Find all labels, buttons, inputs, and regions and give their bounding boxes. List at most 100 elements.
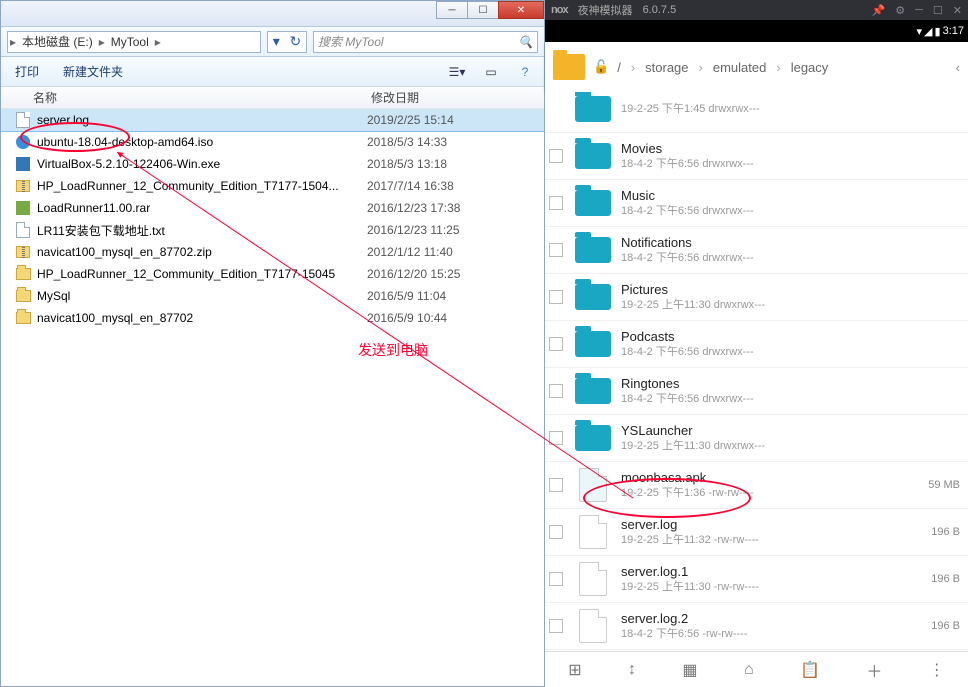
chevron-right-icon: › (629, 60, 637, 75)
item-meta: 19-2-25 上午11:30 -rw-rw---- (621, 580, 925, 595)
maximize-button[interactable]: ☐ (467, 1, 499, 19)
list-item[interactable]: moonbasa.apk19-2-25 下午1:36 -rw-rw----59 … (545, 462, 968, 509)
checkbox[interactable] (549, 290, 563, 304)
print-button[interactable]: 打印 (7, 60, 47, 83)
view-options-button[interactable]: ☰▾ (444, 61, 470, 83)
checkbox[interactable] (549, 384, 563, 398)
close-icon[interactable]: ✕ (953, 4, 962, 17)
folder-icon (573, 327, 613, 361)
minimize-icon[interactable]: ─ (915, 4, 923, 16)
help-button[interactable]: ? (512, 61, 538, 83)
checkbox[interactable] (549, 337, 563, 351)
nox-title-name: 夜神模拟器 (578, 2, 633, 18)
history-dropdown[interactable]: ▾↻ (267, 31, 307, 53)
item-meta: 18-4-2 下午6:56 drwxrwx--- (621, 345, 954, 360)
close-button[interactable]: ✕ (498, 1, 544, 19)
column-headers[interactable]: 名称 修改日期 (1, 87, 544, 109)
settings-icon[interactable]: ⚙ (895, 4, 905, 17)
pin-icon[interactable]: 📌 (872, 4, 886, 17)
list-item[interactable]: YSLauncher19-2-25 上午11:30 drwxrwx--- (545, 415, 968, 462)
add-icon[interactable]: ＋ (866, 658, 882, 682)
address-bar: ▸ 本地磁盘 (E:) ▸ MyTool ▸ ▾↻ 搜索 MyTool 🔍 (1, 27, 544, 57)
checkbox[interactable] (549, 243, 563, 257)
item-name: server.log.1 (621, 563, 925, 581)
file-row[interactable]: LoadRunner11.00.rar2016/12/23 17:38 (1, 197, 544, 219)
preview-pane-button[interactable]: ▭ (478, 61, 504, 83)
file-icon (15, 244, 31, 260)
file-name: LoadRunner11.00.rar (37, 201, 367, 215)
checkbox[interactable] (549, 149, 563, 163)
file-name: HP_LoadRunner_12_Community_Edition_T7177… (37, 267, 367, 281)
nox-titlebar: nox 夜神模拟器 6.0.7.5 📌 ⚙ ─ ☐ ✕ (545, 0, 968, 20)
select-all-icon[interactable]: ⊞ (568, 660, 581, 680)
view-icon[interactable]: ▦ (682, 660, 697, 680)
file-row[interactable]: navicat100_mysql_en_877022016/5/9 10:44 (1, 307, 544, 329)
new-folder-button[interactable]: 新建文件夹 (55, 60, 131, 83)
file-date: 2012/1/12 11:40 (367, 245, 453, 259)
annotation-label: 发送到电脑 (358, 340, 428, 360)
list-item[interactable]: Ringtones18-4-2 下午6:56 drwxrwx--- (545, 368, 968, 415)
path-root[interactable]: / (617, 60, 621, 75)
breadcrumb-seg-folder[interactable]: MyTool (107, 35, 153, 49)
file-row[interactable]: HP_LoadRunner_12_Community_Edition_T7177… (1, 175, 544, 197)
maximize-icon[interactable]: ☐ (933, 4, 943, 17)
path-emulated[interactable]: emulated (713, 60, 766, 75)
column-date[interactable]: 修改日期 (371, 89, 419, 106)
file-row[interactable]: server.log2019/2/25 15:14 (1, 109, 544, 131)
toolbar: 打印 新建文件夹 ☰▾ ▭ ? (1, 57, 544, 87)
item-meta: 18-4-2 下午6:56 -rw-rw---- (621, 627, 925, 642)
checkbox[interactable] (549, 196, 563, 210)
file-list[interactable]: server.log2019/2/25 15:14ubuntu-18.04-de… (1, 109, 544, 686)
paste-icon[interactable]: 📋 (800, 660, 820, 680)
checkbox[interactable] (549, 572, 563, 586)
item-name: moonbasa.apk (621, 469, 922, 487)
list-item[interactable]: Movies18-4-2 下午6:56 drwxrwx--- (545, 133, 968, 180)
signal-icon: ◢ (924, 25, 932, 38)
column-name[interactable]: 名称 (1, 89, 371, 106)
list-item[interactable]: 19-2-25 下午1:45 drwxrwx--- (545, 92, 968, 133)
file-row[interactable]: VirtualBox-5.2.10-122406-Win.exe2018/5/3… (1, 153, 544, 175)
breadcrumb-seg-drive[interactable]: 本地磁盘 (E:) (18, 33, 97, 50)
item-name: Pictures (621, 281, 954, 299)
item-size: 196 B (931, 526, 960, 538)
sort-icon[interactable]: ↕ (628, 661, 636, 679)
wifi-icon: ▾ (917, 25, 923, 38)
file-date: 2016/5/9 10:44 (367, 311, 447, 325)
file-row[interactable]: MySql2016/5/9 11:04 (1, 285, 544, 307)
list-item[interactable]: Notifications18-4-2 下午6:56 drwxrwx--- (545, 227, 968, 274)
checkbox[interactable] (549, 431, 563, 445)
minimize-button[interactable]: ─ (436, 1, 468, 19)
list-item[interactable]: server.log19-2-25 上午11:32 -rw-rw----196 … (545, 509, 968, 556)
file-name: VirtualBox-5.2.10-122406-Win.exe (37, 157, 367, 171)
list-item[interactable]: server.log.119-2-25 上午11:30 -rw-rw----19… (545, 556, 968, 603)
chevron-right-icon: ▸ (153, 35, 163, 49)
home-icon[interactable]: ⌂ (744, 661, 754, 679)
checkbox[interactable] (549, 619, 563, 633)
file-name: navicat100_mysql_en_87702 (37, 311, 367, 325)
path-legacy[interactable]: legacy (791, 60, 829, 75)
file-row[interactable]: LR11安装包下载地址.txt2016/12/23 11:25 (1, 219, 544, 241)
chevron-left-icon[interactable]: ‹ (956, 60, 960, 75)
file-icon (15, 288, 31, 304)
file-row[interactable]: ubuntu-18.04-desktop-amd64.iso2018/5/3 1… (1, 131, 544, 153)
path-storage[interactable]: storage (645, 60, 688, 75)
file-date: 2016/5/9 11:04 (367, 289, 446, 303)
file-row[interactable]: HP_LoadRunner_12_Community_Edition_T7177… (1, 263, 544, 285)
menu-icon[interactable]: ⋮ (929, 660, 945, 680)
android-file-list[interactable]: 19-2-25 下午1:45 drwxrwx--- Movies18-4-2 下… (545, 92, 968, 651)
item-name: server.log (621, 516, 925, 534)
file-icon (573, 609, 613, 643)
search-input[interactable]: 搜索 MyTool 🔍 (313, 31, 538, 53)
checkbox[interactable] (549, 525, 563, 539)
item-meta: 18-4-2 下午6:56 drwxrwx--- (621, 157, 954, 172)
nox-version: 6.0.7.5 (643, 4, 677, 16)
file-icon (15, 134, 31, 150)
list-item[interactable]: server.log.218-4-2 下午6:56 -rw-rw----196 … (545, 603, 968, 650)
file-icon (15, 222, 31, 238)
checkbox[interactable] (549, 478, 563, 492)
list-item[interactable]: Podcasts18-4-2 下午6:56 drwxrwx--- (545, 321, 968, 368)
list-item[interactable]: Music18-4-2 下午6:56 drwxrwx--- (545, 180, 968, 227)
list-item[interactable]: Pictures19-2-25 上午11:30 drwxrwx--- (545, 274, 968, 321)
breadcrumb[interactable]: ▸ 本地磁盘 (E:) ▸ MyTool ▸ (7, 31, 261, 53)
file-row[interactable]: navicat100_mysql_en_87702.zip2012/1/12 1… (1, 241, 544, 263)
